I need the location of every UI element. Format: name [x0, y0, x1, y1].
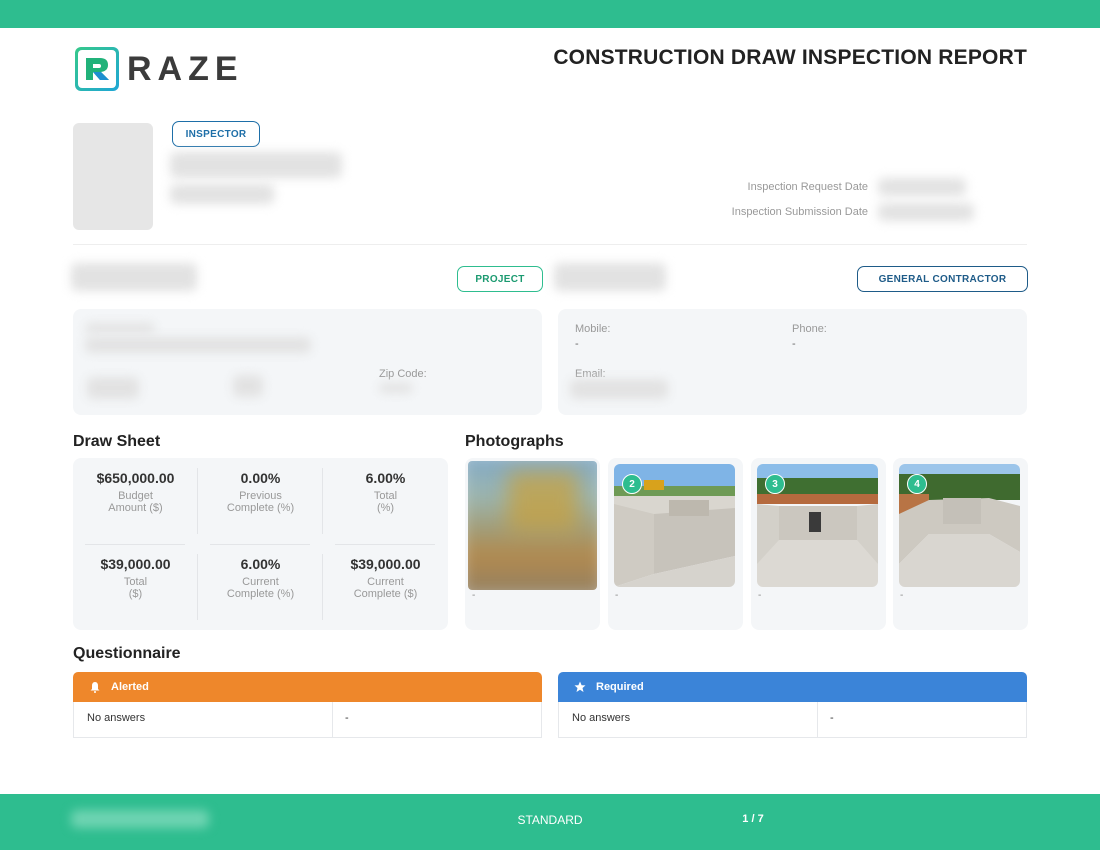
draw-sheet-card: $650,000.00 Budget Amount ($) 0.00% Prev… [73, 458, 448, 630]
report-type: STANDARD [517, 813, 583, 827]
divider [335, 544, 435, 545]
request-date-label: Inspection Request Date [747, 181, 868, 193]
page-number: 1 / 7 [742, 813, 764, 825]
metric-current-complete-pct: 6.00% Current Complete (%) [226, 556, 295, 600]
section-divider [73, 244, 1027, 245]
metric-total-amount: $39,000.00 Total ($) [100, 556, 171, 600]
submission-date-redacted [878, 203, 974, 221]
photo-card[interactable]: 3 - [751, 458, 886, 630]
zip-code-redacted [379, 383, 413, 393]
mobile-value: - [575, 338, 579, 350]
submission-date-label: Inspection Submission Date [731, 206, 868, 218]
zip-code-label: Zip Code: [379, 368, 427, 380]
photo-caption: - [615, 590, 619, 601]
contractor-details-card: Mobile: - Phone: - Email: [558, 309, 1027, 415]
raze-logo-icon [75, 47, 119, 91]
email-redacted [570, 379, 668, 399]
photo-caption: - [758, 590, 762, 601]
star-icon [574, 681, 586, 693]
metric-budget-amount: $650,000.00 Budget Amount ($) [96, 470, 175, 514]
metric-previous-complete-pct: 0.00% Previous Complete (%) [226, 470, 295, 514]
bell-icon [89, 681, 101, 693]
alerted-label: Alerted [111, 681, 149, 693]
metric-current-complete-amount: $39,000.00 Current Complete ($) [350, 556, 421, 600]
alerted-table: No answers - [73, 702, 542, 738]
alerted-header: Alerted [73, 672, 542, 702]
required-label: Required [596, 681, 644, 693]
questionnaire-title: Questionnaire [73, 645, 181, 662]
phone-label: Phone: [792, 323, 827, 335]
phone-value: - [792, 338, 796, 350]
divider [85, 544, 185, 545]
state-redacted [233, 375, 263, 397]
top-band [0, 0, 1100, 28]
required-answer: No answers [572, 712, 631, 724]
alerted-answer: No answers [87, 712, 146, 724]
address-label-redacted [85, 323, 155, 333]
footer-redacted [71, 810, 209, 828]
request-date-redacted [878, 178, 966, 196]
photo-thumbnail[interactable]: 3 [757, 464, 878, 587]
photo-card[interactable]: 4 - [893, 458, 1028, 630]
divider [210, 544, 310, 545]
required-table: No answers - [558, 702, 1027, 738]
required-header: Required [558, 672, 1027, 702]
photo-caption: - [472, 590, 476, 601]
metric-total-pct: 6.00% Total (%) [365, 470, 406, 514]
inspector-avatar [73, 123, 153, 230]
photo-card[interactable]: 2 - [608, 458, 743, 630]
mobile-label: Mobile: [575, 323, 611, 335]
project-badge: PROJECT [457, 266, 543, 292]
inspector-badge: INSPECTOR [172, 121, 260, 147]
divider [817, 702, 818, 738]
photo-caption: - [900, 590, 904, 601]
photo-thumbnail[interactable]: 2 [614, 464, 735, 587]
address-redacted [85, 337, 311, 353]
city-redacted [87, 377, 139, 399]
project-details-card: Zip Code: [73, 309, 542, 415]
draw-sheet-title: Draw Sheet [73, 433, 161, 450]
inspector-company-redacted [170, 184, 274, 204]
inspector-name-redacted [170, 152, 342, 178]
contractor-name-redacted [554, 263, 666, 291]
general-contractor-badge: GENERAL CONTRACTOR [857, 266, 1028, 292]
logo-wordmark: RAZE [127, 50, 244, 88]
report-title: CONSTRUCTION DRAW INSPECTION REPORT [553, 46, 1027, 69]
required-value: - [830, 712, 834, 724]
photo-card[interactable]: - [465, 458, 600, 630]
photo-thumbnail[interactable] [468, 461, 597, 590]
project-name-redacted [71, 263, 197, 291]
photographs-title: Photographs [465, 433, 564, 450]
alerted-value: - [345, 712, 349, 724]
raze-logo: RAZE [75, 46, 244, 92]
photo-number-badge: 3 [765, 474, 785, 494]
photo-thumbnail[interactable]: 4 [899, 464, 1020, 587]
photo-number-badge: 2 [622, 474, 642, 494]
divider [332, 702, 333, 738]
photo-number-badge: 4 [907, 474, 927, 494]
